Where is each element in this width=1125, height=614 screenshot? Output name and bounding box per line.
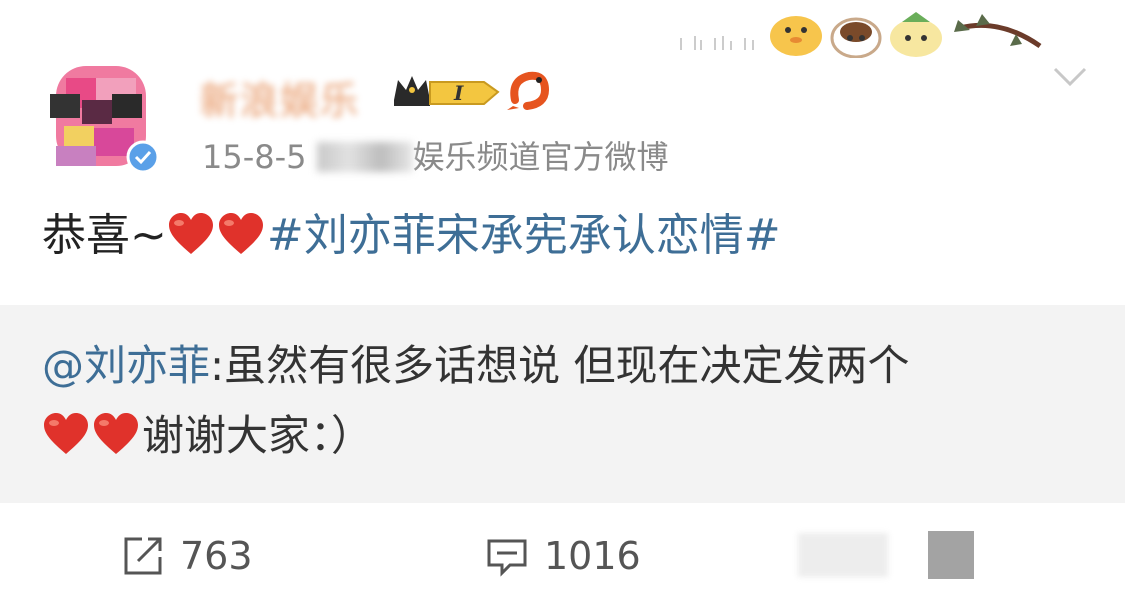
crown-level-icon: I	[394, 76, 500, 106]
card-decoration	[680, 12, 1042, 58]
repost-line1-text: :虽然有很多话想说 但现在决定发两个	[210, 341, 910, 390]
post-text-prefix: 恭喜~	[42, 210, 167, 261]
repost-box[interactable]: @刘亦菲:虽然有很多话想说 但现在决定发两个 谢谢大家：）	[0, 305, 1125, 503]
repost-count: 763	[180, 534, 253, 578]
post-meta: 15-8-5 娱乐频道官方微博	[202, 132, 669, 178]
post-source: 娱乐频道官方微博	[412, 138, 669, 176]
author-name[interactable]: 新浪娱乐	[200, 70, 360, 125]
chevron-down-icon[interactable]	[1052, 64, 1088, 90]
heart-icon	[218, 213, 263, 254]
post-text: 恭喜~ #刘亦菲宋承宪承认恋情#	[42, 206, 781, 266]
repost-line-1: @刘亦菲:虽然有很多话想说 但现在决定发两个	[42, 331, 910, 401]
heart-icon	[168, 213, 213, 254]
comment-count: 1016	[544, 534, 641, 578]
repost-icon	[124, 537, 162, 575]
level-badge-text: I	[453, 81, 464, 105]
repost-line-2: 谢谢大家：）	[42, 401, 910, 471]
action-bar: 763 1016	[0, 503, 1125, 614]
hashtag-link[interactable]: #刘亦菲宋承宪承认恋情#	[267, 210, 781, 261]
repost-button[interactable]: 763	[120, 533, 253, 579]
comment-button[interactable]: 1016	[484, 533, 641, 579]
heart-icon	[44, 413, 88, 454]
blurred-source	[316, 142, 413, 172]
like-button[interactable]	[928, 531, 974, 579]
verified-badge-icon	[126, 140, 160, 174]
mention-link[interactable]: @刘亦菲	[42, 341, 210, 390]
shrimp-icon	[507, 71, 550, 110]
post-date[interactable]: 15-8-5	[202, 138, 307, 176]
weibo-post-card: 新浪娱乐 I 15-8-5 娱乐频道官方微博 恭喜~ #刘亦菲宋承宪承认恋情# @刘…	[0, 0, 1125, 614]
repost-text: @刘亦菲:虽然有很多话想说 但现在决定发两个 谢谢大家：）	[42, 331, 910, 471]
blurred-like-area	[798, 533, 888, 577]
comment-icon	[487, 539, 527, 577]
heart-icon	[94, 413, 138, 454]
repost-line2-text: 谢谢大家：）	[142, 411, 374, 460]
